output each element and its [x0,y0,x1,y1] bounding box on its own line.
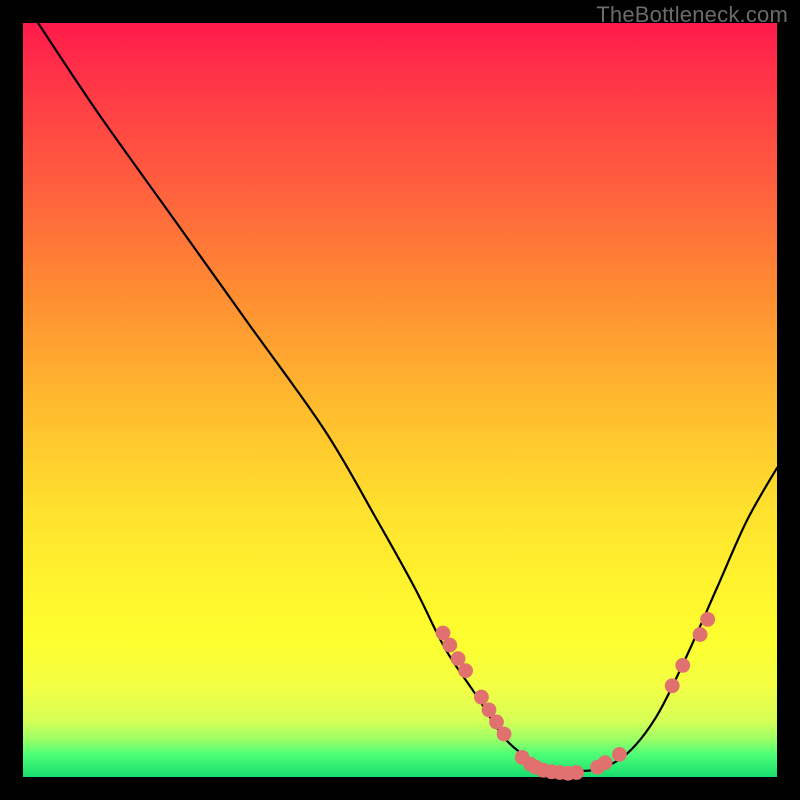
curve-marker [612,747,627,762]
chart-svg [23,23,777,777]
bottleneck-curve [38,23,777,771]
curve-markers [436,612,715,781]
chart-stage: TheBottleneck.com [0,0,800,800]
curve-marker [693,627,708,642]
curve-marker [569,765,584,780]
chart-plot-area [23,23,777,777]
curve-marker [665,678,680,693]
curve-marker [458,663,473,678]
curve-marker [675,658,690,673]
watermark-text: TheBottleneck.com [596,2,788,28]
curve-marker [700,612,715,627]
curve-marker [598,755,613,770]
curve-marker [497,727,512,742]
curve-marker [474,690,489,705]
curve-marker [442,638,457,653]
